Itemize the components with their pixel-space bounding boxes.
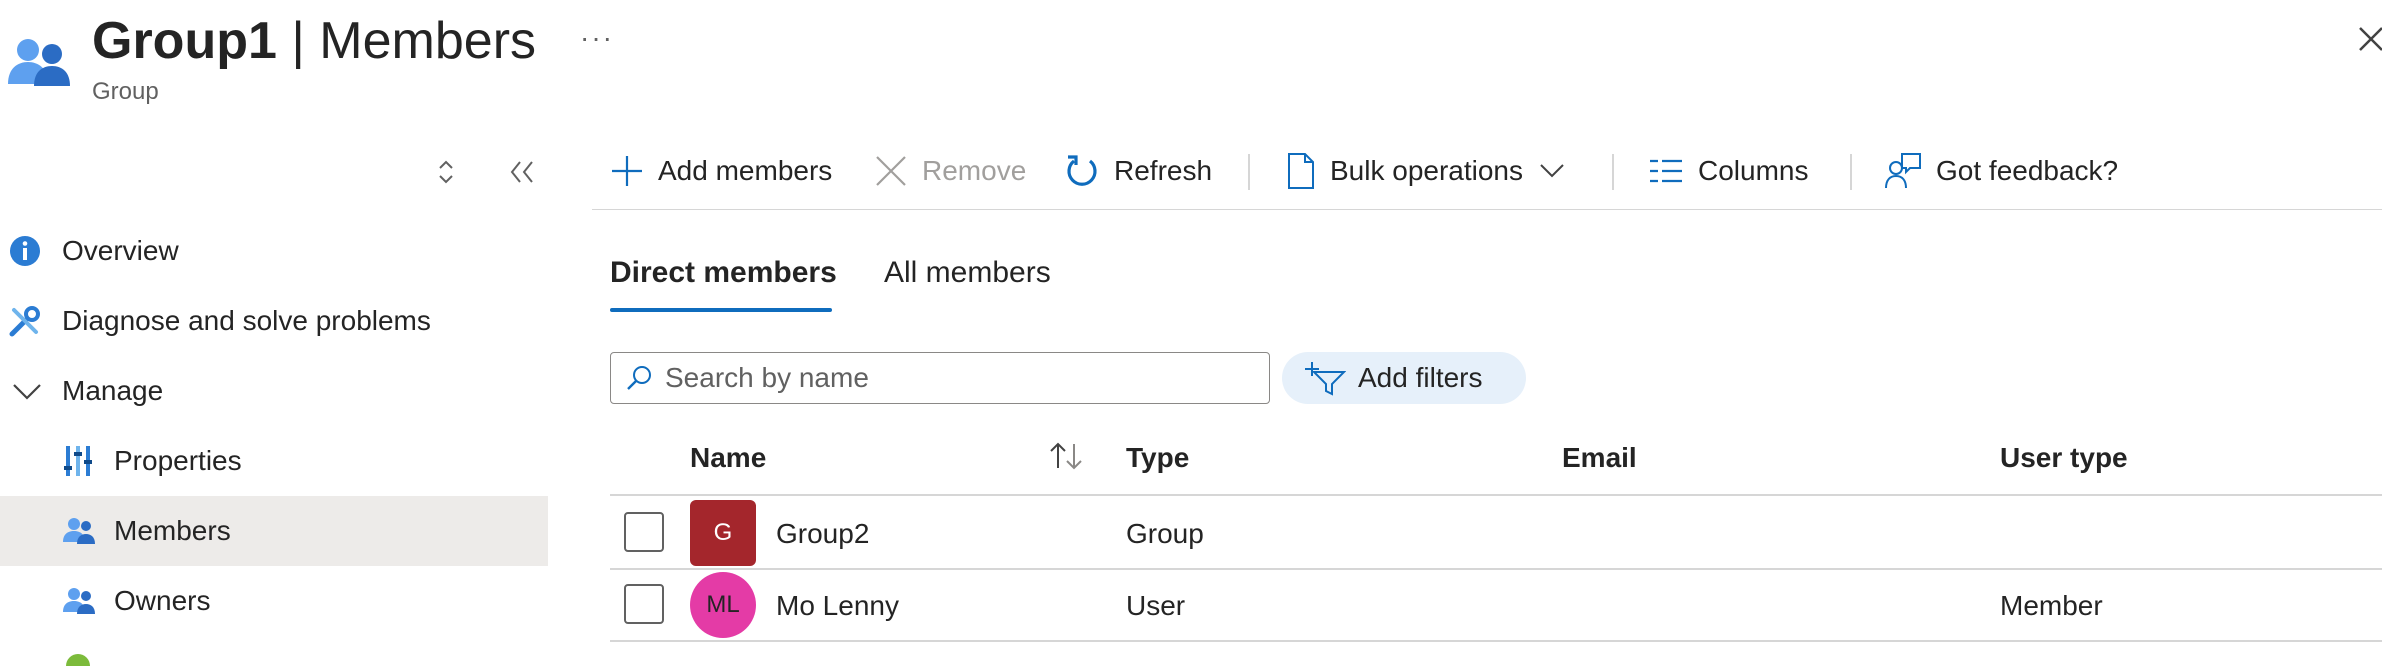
column-header-name[interactable]: Name bbox=[690, 442, 766, 474]
tab-direct-members[interactable]: Direct members bbox=[610, 256, 837, 290]
nav-item-manage[interactable]: Manage bbox=[0, 356, 548, 426]
close-icon[interactable] bbox=[2356, 20, 2382, 60]
feedback-button[interactable]: Got feedback? bbox=[1884, 140, 2118, 202]
chevron-down-icon bbox=[1540, 164, 1564, 178]
refresh-icon bbox=[1067, 155, 1097, 186]
properties-icon bbox=[64, 446, 92, 476]
feedback-icon bbox=[1885, 153, 1921, 189]
columns-label: Columns bbox=[1698, 155, 1809, 186]
nav-item-label: Manage bbox=[62, 375, 164, 406]
columns-icon bbox=[1650, 159, 1682, 183]
nav-item-label: Members bbox=[114, 515, 231, 546]
page-title-group: Group1 bbox=[92, 12, 277, 70]
nav-item-members[interactable]: Members bbox=[0, 496, 548, 566]
row-checkbox[interactable] bbox=[624, 512, 664, 552]
row-checkbox[interactable] bbox=[624, 584, 664, 624]
row-divider bbox=[610, 640, 2382, 642]
member-name[interactable]: Group2 bbox=[776, 518, 869, 550]
refresh-label: Refresh bbox=[1114, 155, 1213, 186]
row-divider bbox=[610, 494, 2382, 496]
people-icon bbox=[63, 518, 95, 544]
toolbar-divider bbox=[1248, 154, 1250, 190]
more-options-button[interactable]: ··· bbox=[580, 22, 614, 54]
refresh-button[interactable]: Refresh bbox=[1064, 140, 1212, 202]
add-filters-button[interactable]: Add filters bbox=[1282, 352, 1526, 404]
group-icon bbox=[8, 39, 70, 86]
document-icon bbox=[1288, 153, 1314, 189]
expand-collapse-icon[interactable] bbox=[428, 154, 464, 190]
sort-icon[interactable] bbox=[1046, 440, 1086, 472]
plus-icon bbox=[612, 156, 642, 186]
avatar: ML bbox=[690, 572, 756, 638]
collapse-sidebar-icon[interactable] bbox=[504, 154, 540, 190]
feedback-label: Got feedback? bbox=[1936, 155, 2119, 186]
wrench-icon bbox=[9, 306, 40, 337]
member-user-type: Member bbox=[2000, 590, 2103, 621]
tab-all-members[interactable]: All members bbox=[884, 256, 1051, 290]
people-icon bbox=[63, 588, 95, 614]
columns-button[interactable]: Columns bbox=[1648, 140, 1808, 202]
toolbar-divider bbox=[1850, 154, 1852, 190]
bulk-operations-button[interactable]: Bulk operations bbox=[1286, 140, 1567, 202]
nav-item-overview[interactable]: Overview bbox=[0, 216, 548, 286]
add-members-button[interactable]: Add members bbox=[610, 140, 832, 202]
nav-item-diagnose[interactable]: Diagnose and solve problems bbox=[0, 286, 548, 356]
remove-button[interactable]: Remove bbox=[874, 140, 1026, 202]
nav-item-label: Properties bbox=[114, 445, 242, 476]
page-title-section: | Members bbox=[276, 12, 537, 70]
member-type: User bbox=[1126, 590, 1186, 621]
bulk-operations-label: Bulk operations bbox=[1330, 155, 1524, 186]
search-icon bbox=[627, 366, 651, 390]
nav-item-next-icon bbox=[62, 654, 96, 666]
add-filter-icon bbox=[1305, 362, 1346, 396]
page-subtitle: Group bbox=[92, 78, 159, 105]
column-header-user-type[interactable]: User type bbox=[2000, 442, 2128, 474]
nav-item-label: Overview bbox=[62, 235, 179, 266]
nav-item-properties[interactable]: Properties bbox=[0, 426, 548, 496]
active-tab-indicator bbox=[610, 308, 832, 312]
close-icon bbox=[876, 156, 906, 186]
add-filters-label: Add filters bbox=[1358, 362, 1483, 393]
nav-item-owners[interactable]: Owners bbox=[0, 566, 548, 636]
remove-label: Remove bbox=[922, 155, 1027, 186]
column-header-email[interactable]: Email bbox=[1562, 442, 1637, 474]
row-divider bbox=[610, 568, 2382, 570]
page-title: Group1 | Members bbox=[92, 10, 536, 72]
add-members-label: Add members bbox=[658, 155, 833, 186]
member-type: Group bbox=[1126, 518, 1204, 549]
search-box[interactable] bbox=[610, 352, 1270, 404]
search-input[interactable] bbox=[665, 362, 1225, 394]
nav-item-label: Diagnose and solve problems bbox=[62, 305, 431, 336]
chevron-down-icon bbox=[13, 384, 41, 400]
toolbar-divider bbox=[1612, 154, 1614, 190]
column-header-type[interactable]: Type bbox=[1126, 442, 1189, 474]
avatar: G bbox=[690, 500, 756, 566]
command-bar: Add members Remove Refresh Bulk operatio… bbox=[592, 140, 2382, 210]
info-icon bbox=[10, 236, 40, 266]
member-name[interactable]: Mo Lenny bbox=[776, 590, 899, 622]
nav-item-label: Owners bbox=[114, 585, 211, 616]
